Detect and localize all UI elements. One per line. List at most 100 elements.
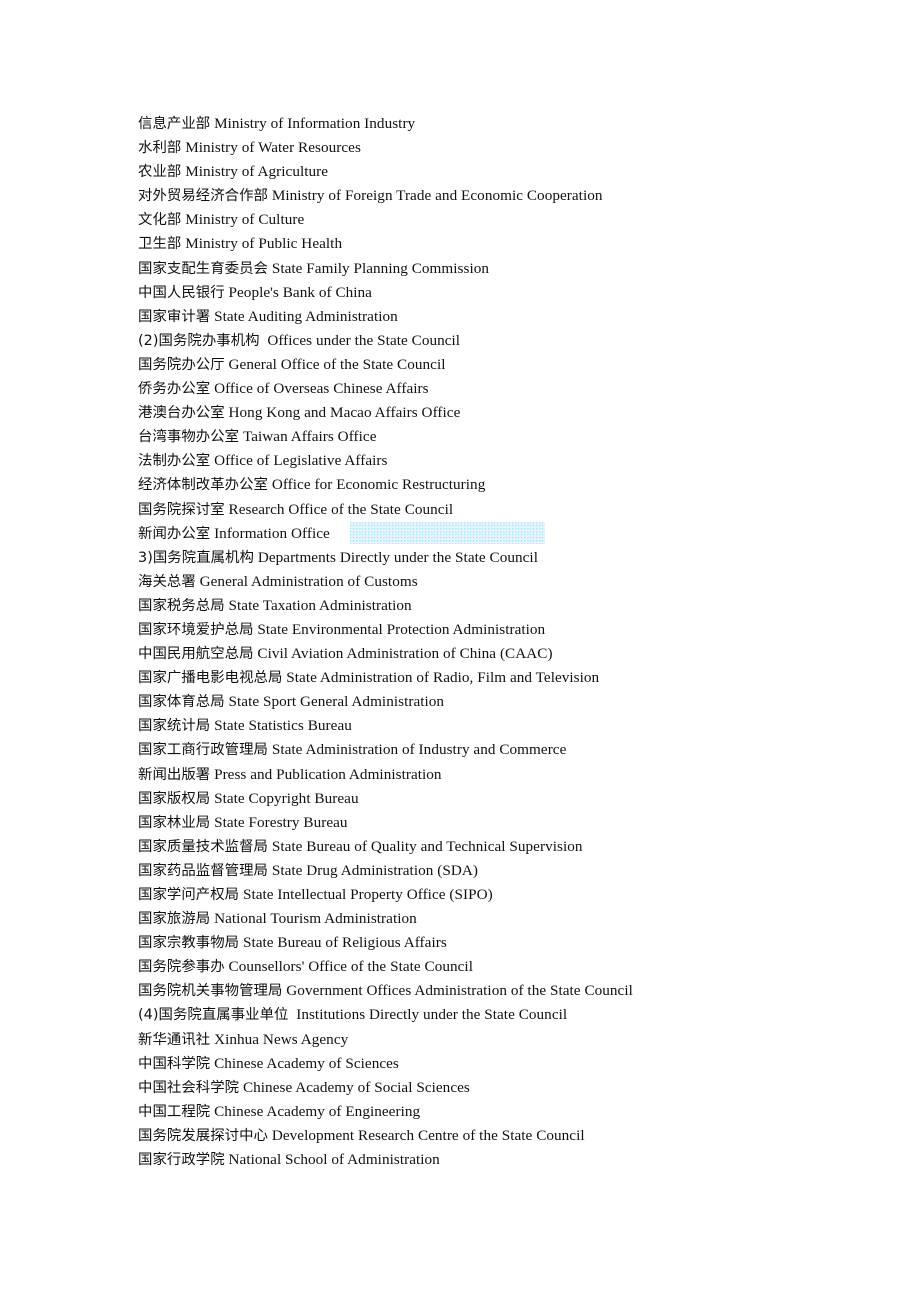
glossary-entry-chinese: 国家统计局 <box>138 718 211 735</box>
glossary-entry: 水利部 Ministry of Water Resources <box>138 136 838 160</box>
glossary-entry: 侨务办公室 Office of Overseas Chinese Affairs <box>138 377 838 401</box>
glossary-entry-chinese: 中国社会科学院 <box>138 1079 240 1096</box>
glossary-entry-english: People's Bank of China <box>228 283 372 301</box>
glossary-entry: 国务院探讨室 Research Office of the State Coun… <box>138 498 838 522</box>
glossary-entry-english: Taiwan Affairs Office <box>242 428 377 446</box>
glossary-entry-chinese: 港澳台办公室 <box>138 405 225 422</box>
glossary-entry-text: 中国社会科学院 Chinese Academy of Social Scienc… <box>138 1079 470 1096</box>
glossary-entry-chinese: 中国工程院 <box>138 1103 211 1120</box>
glossary-entry-chinese: 中国科学院 <box>138 1055 211 1072</box>
glossary-entry-chinese: 水利部 <box>138 140 182 157</box>
glossary-entry-text: 国家统计局 State Statistics Bureau <box>138 717 352 734</box>
glossary-entry-chinese: 国家审计署 <box>138 308 211 325</box>
glossary-entry-text: 中国民用航空总局 Civil Aviation Administration o… <box>138 645 553 662</box>
glossary-section-heading: (4)国务院直属事业单位 Institutions Directly under… <box>138 1003 838 1027</box>
glossary-entry-text: 国家支配生育委员会 State Family Planning Commissi… <box>138 260 489 277</box>
glossary-entry: 中国社会科学院 Chinese Academy of Social Scienc… <box>138 1076 838 1100</box>
glossary-entry-text: 法制办公室 Office of Legislative Affairs <box>138 452 387 469</box>
glossary-entry-chinese: 对外贸易经济合作部 <box>138 188 268 205</box>
glossary-entry-text: 经济体制改革办公室 Office for Economic Restructur… <box>138 476 485 493</box>
glossary-entry-text: 国务院探讨室 Research Office of the State Coun… <box>138 501 453 518</box>
glossary-entry-english: State Environmental Protection Administr… <box>257 620 546 638</box>
glossary-entry-text: (2)国务院办事机构 Offices under the State Counc… <box>138 332 460 349</box>
glossary-entry-english: Xinhua News Agency <box>214 1030 349 1048</box>
glossary-list: 信息产业部 Ministry of Information Industry 水利… <box>138 112 838 1172</box>
glossary-entry-text: 国家学问产权局 State Intellectual Property Offi… <box>138 886 493 903</box>
glossary-entry-text: 信息产业部 Ministry of Information Industry <box>138 115 415 132</box>
glossary-entry-text: 国务院办公厅 General Office of the State Counc… <box>138 356 446 373</box>
glossary-entry-chinese: 国家版权局 <box>138 790 211 807</box>
glossary-entry-text: 国家体育总局 State Sport General Administratio… <box>138 693 444 710</box>
glossary-entry: 国家统计局 State Statistics Bureau <box>138 714 838 738</box>
glossary-entry-chinese: 国家林业局 <box>138 814 211 831</box>
glossary-entry: 国务院机关事物管理局 Government Offices Administra… <box>138 979 838 1003</box>
glossary-entry-text: 国家宗教事物局 State Bureau of Religious Affair… <box>138 934 447 951</box>
glossary-entry: 经济体制改革办公室 Office for Economic Restructur… <box>138 473 838 497</box>
glossary-entry: 国家质量技术监督局 State Bureau of Quality and Te… <box>138 835 838 859</box>
glossary-entry-english: Hong Kong and Macao Affairs Office <box>228 404 461 422</box>
glossary-entry-chinese: 海关总署 <box>138 573 196 590</box>
glossary-entry: 国务院参事办 Counsellors' Office of the State … <box>138 955 838 979</box>
glossary-entry-text: 台湾事物办公室 Taiwan Affairs Office <box>138 428 376 445</box>
glossary-entry: 农业部 Ministry of Agriculture <box>138 160 838 184</box>
glossary-entry: 国家宗教事物局 State Bureau of Religious Affair… <box>138 931 838 955</box>
glossary-entry-chinese: 国务院发展探讨中心 <box>138 1127 268 1144</box>
glossary-entry: 国家工商行政管理局 State Administration of Indust… <box>138 738 838 762</box>
glossary-entry-english: State Sport General Administration <box>228 693 445 711</box>
glossary-entry-english: Ministry of Culture <box>185 211 305 229</box>
glossary-entry-chinese: 农业部 <box>138 164 182 181</box>
glossary-entry-text: 中国科学院 Chinese Academy of Sciences <box>138 1055 399 1072</box>
glossary-entry-chinese: 国务院探讨室 <box>138 501 225 518</box>
glossary-entry-chinese: 国务院办公厅 <box>138 356 225 373</box>
glossary-entry-english: State Intellectual Property Office (SIPO… <box>242 886 493 903</box>
glossary-entry-chinese: 侨务办公室 <box>138 381 211 398</box>
glossary-entry-chinese: 国家宗教事物局 <box>138 935 240 952</box>
glossary-entry-text: 国家工商行政管理局 State Administration of Indust… <box>138 741 566 758</box>
glossary-entry: 台湾事物办公室 Taiwan Affairs Office <box>138 425 838 449</box>
glossary-entry-english: Office of Legislative Affairs <box>214 452 388 470</box>
glossary-entry-english: State Forestry Bureau <box>214 813 348 831</box>
glossary-entry-text: 国家广播电影电视总局 State Administration of Radio… <box>138 669 599 686</box>
glossary-entry-english: Ministry of Water Resources <box>185 139 361 157</box>
glossary-entry-english: Ministry of Public Health <box>185 235 343 253</box>
glossary-entry-english: General Office of the State Council <box>228 355 446 373</box>
glossary-entry-chinese: (4)国务院直属事业单位 <box>138 1007 289 1024</box>
glossary-entry: 新华通讯社 Xinhua News Agency <box>138 1028 838 1052</box>
glossary-entry-english: State Bureau of Religious Affairs <box>242 934 447 952</box>
glossary-entry-english: Chinese Academy of Engineering <box>214 1102 421 1120</box>
glossary-entry-english: Ministry of Agriculture <box>185 163 329 181</box>
glossary-entry-english: State Administration of Industry and Com… <box>271 741 567 759</box>
glossary-entry-text: 国家环境爱护总局 State Environmental Protection … <box>138 621 545 638</box>
glossary-entry: 国家学问产权局 State Intellectual Property Offi… <box>138 883 838 907</box>
glossary-entry: 新闻办公室 Information Office <box>138 522 838 546</box>
glossary-entry: 中国人民银行 People's Bank of China <box>138 281 838 305</box>
glossary-entry: 国务院发展探讨中心 Development Research Centre of… <box>138 1124 838 1148</box>
glossary-entry-text: 水利部 Ministry of Water Resources <box>138 139 361 156</box>
glossary-entry: 中国科学院 Chinese Academy of Sciences <box>138 1052 838 1076</box>
glossary-entry-english: State Statistics Bureau <box>214 717 352 735</box>
glossary-entry-english: Office of Overseas Chinese Affairs <box>214 380 429 398</box>
glossary-entry-text: 国家质量技术监督局 State Bureau of Quality and Te… <box>138 838 583 855</box>
glossary-entry: 卫生部 Ministry of Public Health <box>138 232 838 256</box>
glossary-entry-english: Chinese Academy of Social Sciences <box>242 1078 470 1096</box>
glossary-entry-english: Ministry of Foreign Trade and Economic C… <box>271 187 603 205</box>
glossary-entry: 国家环境爱护总局 State Environmental Protection … <box>138 618 838 642</box>
document-page: 信息产业部 Ministry of Information Industry 水利… <box>0 0 920 1302</box>
glossary-entry-english: Counsellors' Office of the State Council <box>228 958 473 976</box>
glossary-entry-chinese: 中国民用航空总局 <box>138 646 254 663</box>
glossary-entry: 国家审计署 State Auditing Administration <box>138 305 838 329</box>
glossary-entry-chinese: 国务院参事办 <box>138 959 225 976</box>
glossary-entry-text: 国家行政学院 National School of Administration <box>138 1151 440 1168</box>
glossary-entry-english: State Administration of Radio, Film and … <box>286 669 600 687</box>
glossary-entry-english: Government Offices Administration of the… <box>286 982 633 1000</box>
glossary-entry-text: 侨务办公室 Office of Overseas Chinese Affairs <box>138 380 429 397</box>
glossary-entry: 国家广播电影电视总局 State Administration of Radio… <box>138 666 838 690</box>
glossary-entry-chinese: 卫生部 <box>138 236 182 253</box>
glossary-entry-english: General Administration of Customs <box>199 572 418 590</box>
glossary-entry: 国家林业局 State Forestry Bureau <box>138 811 838 835</box>
glossary-entry-chinese: 信息产业部 <box>138 116 211 132</box>
glossary-entry-text: 国务院机关事物管理局 Government Offices Administra… <box>138 982 633 999</box>
glossary-entry-chinese: 中国人民银行 <box>138 284 225 301</box>
glossary-entry-chinese: 3)国务院直属机构 <box>138 549 254 566</box>
glossary-entry-english: National Tourism Administration <box>214 910 417 928</box>
